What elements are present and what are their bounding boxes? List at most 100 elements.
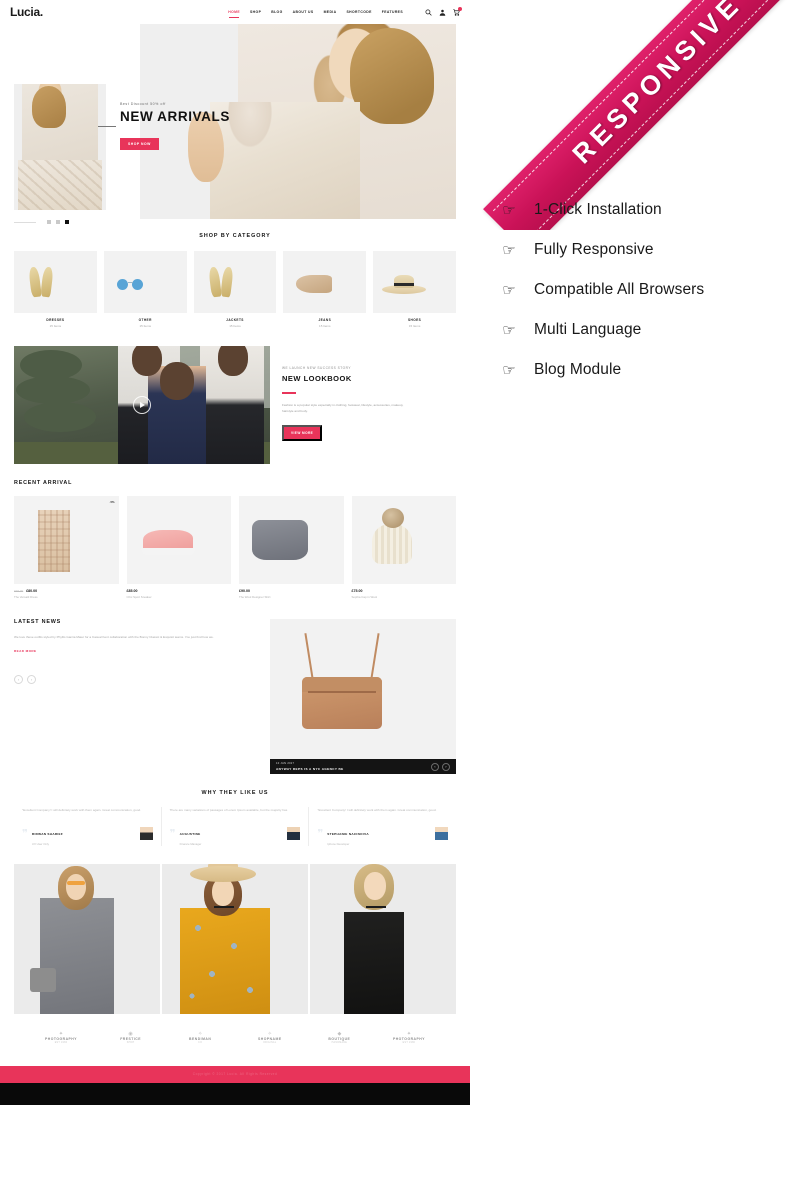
- product-card[interactable]: £90.00 The Wool Designer Shirt: [239, 496, 344, 599]
- gallery-item[interactable]: [162, 863, 308, 1014]
- brand-label: SHOPNAME: [257, 1036, 282, 1041]
- fashion-gallery: [0, 846, 470, 1014]
- latest-news-section: LATEST NEWS We love these outfits styled…: [0, 599, 470, 774]
- category-thumb: [373, 251, 456, 313]
- category-name: JEANS: [318, 318, 332, 322]
- product-card[interactable]: £75.00 Sophia Cap in Wool: [351, 496, 456, 599]
- product-old-price: £90.00: [14, 589, 24, 593]
- slider-dot-3[interactable]: [65, 220, 69, 224]
- desktop-header: Lucia. HOME SHOP BLOG ABOUT US MEDIA SHO…: [0, 0, 470, 24]
- category-card-jeans[interactable]: JEANS 15 Items: [283, 251, 367, 328]
- hero-copy: Best Discount 50% off NEW ARRIVALS SHOP …: [98, 102, 250, 150]
- hero-slider-dots[interactable]: [14, 220, 69, 224]
- avatar: [139, 827, 153, 841]
- shop-by-category-title: SHOP BY CATEGORY: [199, 233, 271, 239]
- brand-sublabel: SHOP: [126, 1041, 135, 1044]
- cart-icon[interactable]: [453, 6, 462, 16]
- lookbook-title: NEW LOOKBOOK: [282, 374, 352, 383]
- nav-item-shop[interactable]: SHOP: [250, 10, 261, 14]
- pointing-hand-icon: ☞: [502, 361, 516, 379]
- testimonials-title: WHY THEY LIKE US: [201, 790, 269, 796]
- nav-item-home[interactable]: HOME: [228, 10, 240, 18]
- news-card-prev-button[interactable]: ‹: [431, 762, 439, 771]
- category-card-jackets[interactable]: JACKETS 15 Items: [193, 251, 277, 328]
- brand-label: BOUTIQUE: [328, 1036, 351, 1041]
- feature-label: Compatible All Browsers: [534, 281, 705, 298]
- testimonial-role: Iphone Developer: [327, 841, 350, 846]
- category-count: 15 Items: [319, 324, 331, 328]
- search-icon[interactable]: [425, 8, 432, 16]
- category-card-other[interactable]: OTHER 15 Items: [103, 251, 187, 328]
- testimonial-role: Finance Manager: [179, 841, 202, 846]
- quote-icon: ❞: [169, 827, 176, 840]
- quote-icon: ❞: [22, 827, 28, 840]
- brand-logo: ◆ BOUTIQUE HANDMADE: [318, 1031, 360, 1044]
- user-icon[interactable]: [439, 9, 446, 16]
- right-panel: RESPONSIVE ☞ 1-Click Installation ☞ Full…: [470, 0, 800, 1200]
- avatar: [435, 827, 449, 841]
- lookbook-section: WE LAUNCH NEW SUCCESS STORY NEW LOOKBOOK…: [0, 328, 470, 464]
- lookbook-text: Fashion is a popular style especially in…: [282, 403, 404, 413]
- gallery-item[interactable]: [310, 863, 456, 1014]
- nav-item-shortcode[interactable]: SHORTCODE: [347, 10, 372, 14]
- feature-item-1-click-installation: ☞ 1-Click Installation: [500, 190, 790, 230]
- testimonials-section: WHY THEY LIKE US "Excellent Company! I w…: [0, 774, 470, 846]
- brand-logo: ✦ PHOTOGRAPHY EST 1980: [388, 1031, 430, 1044]
- testimonial-footer: ❞ AUGUSTINE Finance Manager: [170, 822, 301, 846]
- category-count: 15 Items: [408, 324, 421, 328]
- hero-shop-now-button[interactable]: SHOP NOW: [120, 137, 159, 150]
- category-name: OTHER: [138, 318, 152, 322]
- feature-label: 1-Click Installation: [534, 201, 662, 218]
- category-thumb: [193, 251, 277, 313]
- lookbook-kicker: WE LAUNCH NEW SUCCESS STORY: [282, 366, 351, 370]
- nav-item-features[interactable]: FEATURES: [382, 10, 403, 14]
- category-name: SHOES: [408, 318, 422, 322]
- testimonial-text: There are many variations of passages of…: [169, 808, 288, 812]
- feature-list: ☞ 1-Click Installation ☞ Fully Responsiv…: [500, 190, 790, 390]
- desktop-preview: Lucia. HOME SHOP BLOG ABOUT US MEDIA SHO…: [0, 0, 470, 1200]
- brand-label: BENDIMAN: [189, 1036, 212, 1041]
- product-card[interactable]: -5% £90.00 £80.00 The Versatil Dress: [14, 496, 119, 599]
- testimonial-author: STEPHANIE NACINOVIA: [327, 832, 369, 837]
- latest-news-text: We love these outfits styled by Phyllis …: [14, 635, 214, 639]
- category-card-shoes[interactable]: SHOES 15 Items: [373, 251, 456, 328]
- category-list: DRESSES 15 Items OTHER 15 Items JACKETS …: [14, 251, 456, 328]
- nav-item-media[interactable]: MEDIA: [324, 10, 337, 14]
- news-carousel-nav: ‹ ›: [14, 675, 258, 685]
- product-image: [351, 496, 456, 584]
- product-image: [239, 496, 344, 584]
- feature-item-multi-language: ☞ Multi Language: [500, 310, 790, 350]
- hero-thumbnail-image: [14, 84, 106, 210]
- pointing-hand-icon: ☞: [502, 321, 516, 339]
- product-card[interactable]: £85.00 Chic Sport Sneaker: [126, 496, 231, 599]
- product-price-row: £90.00 £80.00: [14, 589, 119, 593]
- lookbook-video-thumbnail[interactable]: [14, 346, 270, 464]
- nav-item-about-us[interactable]: ABOUT US: [293, 10, 314, 14]
- read-more-link[interactable]: READ MORE: [14, 649, 258, 653]
- brand-logo: ◉ FRESTICE SHOP: [110, 1031, 152, 1044]
- lookbook-view-more-button[interactable]: VIEW MORE: [282, 424, 323, 441]
- latest-news-copy: LATEST NEWS We love these outfits styled…: [14, 619, 258, 774]
- gallery-item[interactable]: [14, 863, 160, 1014]
- play-icon[interactable]: [133, 396, 151, 414]
- product-list: -5% £90.00 £80.00 The Versatil Dress £85…: [14, 496, 456, 599]
- slider-progress-bar: [14, 221, 36, 223]
- feature-item-compatible-all-browsers: ☞ Compatible All Browsers: [500, 270, 790, 310]
- site-logo[interactable]: Lucia.: [10, 5, 43, 19]
- product-image: [126, 496, 231, 584]
- slider-dot-2[interactable]: [56, 220, 60, 224]
- avatar: [287, 827, 301, 841]
- category-thumb: [103, 251, 187, 313]
- news-card-actions: ‹ ›: [431, 762, 450, 771]
- news-card-next-button[interactable]: ›: [442, 762, 450, 771]
- recent-arrival-title: RECENT ARRIVAL: [14, 480, 73, 486]
- nav-item-blog[interactable]: BLOG: [271, 10, 282, 14]
- news-prev-button[interactable]: ‹: [14, 675, 23, 685]
- slider-dot-1[interactable]: [47, 220, 51, 224]
- product-price: £75.00: [351, 589, 363, 593]
- footer-copyright: Copyright © 2017 Lucia. All Rights Reser…: [192, 1072, 278, 1077]
- product-name: The Versatil Dress: [14, 595, 38, 599]
- category-card-dresses[interactable]: DRESSES 15 Items: [14, 251, 97, 328]
- news-card[interactable]: 10 JAN 2017 ANYWAY REPS IS A NYC AGENCY …: [270, 619, 456, 774]
- news-next-button[interactable]: ›: [27, 675, 36, 685]
